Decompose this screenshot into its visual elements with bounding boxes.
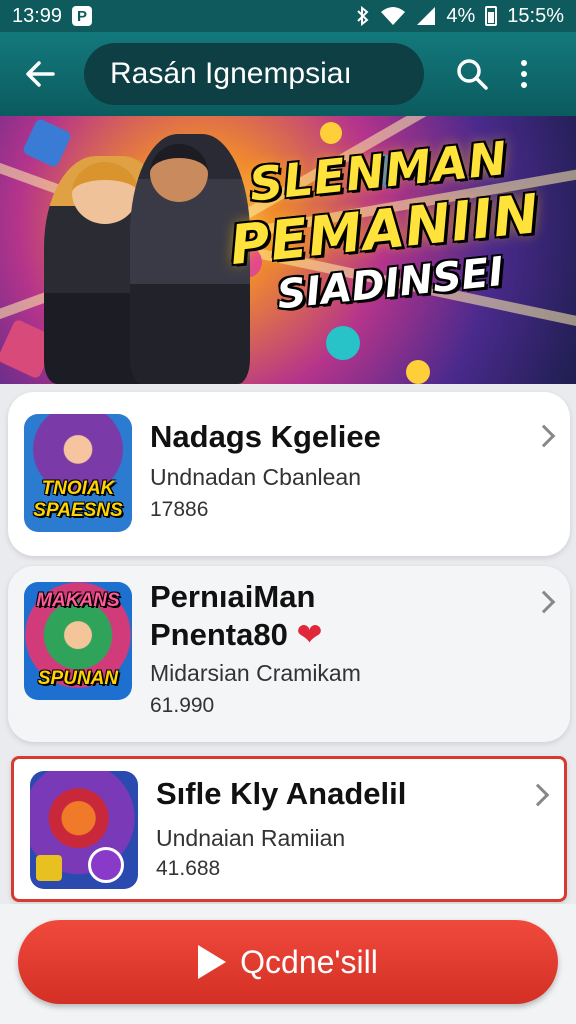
status-time-left: 13:99	[12, 4, 63, 27]
more-vert-icon	[521, 60, 527, 66]
back-button[interactable]	[14, 48, 66, 100]
game-list-item[interactable]: MAKANS SPUNAN PernıaiMan Pnenta80 ❤ Mida…	[8, 566, 570, 742]
play-button-label: Qcdne'sill	[240, 943, 378, 980]
game-subtitle: Midarsian Cramikam	[150, 660, 361, 686]
game-title-text: Pnenta80	[150, 617, 288, 652]
status-bar: 13:99 P 4% 15:5%	[0, 0, 576, 32]
status-time-right: 15:5%	[507, 4, 564, 27]
chevron-right-icon	[532, 590, 556, 614]
app-bar: Rasán Ignempsiaı	[0, 32, 576, 116]
signal-icon	[417, 7, 436, 25]
game-thumbnail	[30, 771, 138, 889]
battery-percent: 4%	[446, 4, 476, 27]
game-subtitle: Undnadan Cbanlean	[150, 464, 362, 490]
back-arrow-icon	[26, 61, 55, 87]
game-thumbnail: MAKANS SPUNAN	[24, 582, 132, 700]
search-button[interactable]	[448, 50, 496, 98]
game-list-item[interactable]: TNOIAK SPAESNS Nadags Kgeliee Undnadan C…	[8, 392, 570, 556]
game-title: Sıfle Kly Anadelil	[156, 776, 407, 811]
game-count: 41.688	[156, 857, 221, 880]
game-list-item-selected[interactable]: Sıfle Kly Anadelil Undnaian Ramiian 41.6…	[11, 756, 567, 902]
chevron-right-icon	[532, 424, 556, 448]
heart-icon: ❤	[296, 617, 323, 652]
promo-banner[interactable]: SLENMAN PEMANIIN SIADINSEI	[0, 116, 576, 384]
more-options-button[interactable]	[504, 50, 544, 98]
game-count: 17886	[150, 498, 209, 521]
coin-icon	[406, 360, 430, 384]
chevron-right-icon	[526, 783, 550, 807]
thumbnail-text: MAKANS	[36, 590, 120, 611]
wifi-icon	[381, 7, 406, 25]
game-subtitle: Undnaian Ramiian	[156, 825, 346, 851]
game-title: Nadags Kgeliee	[150, 419, 381, 454]
search-icon	[457, 59, 488, 90]
battery-icon	[485, 6, 498, 26]
banner-title: SLENMAN PEMANIIN SIADINSEI	[222, 128, 548, 323]
game-title-line2: Pnenta80 ❤	[150, 616, 322, 654]
game-thumbnail: TNOIAK SPAESNS	[24, 414, 132, 532]
gem-icon	[326, 326, 360, 360]
thumbnail-text: TNOIAK SPAESNS	[33, 478, 123, 521]
play-button[interactable]: Qcdne'sill	[18, 920, 558, 1004]
coin-icon	[320, 122, 342, 144]
search-title-field[interactable]: Rasán Ignempsiaı	[84, 43, 424, 105]
game-title-line1: PernıaiMan	[150, 579, 316, 614]
play-icon	[198, 945, 227, 979]
game-count: 61.990	[150, 694, 215, 717]
dice-icon	[21, 117, 73, 169]
bluetooth-icon	[357, 6, 369, 26]
thumbnail-text: SPUNAN	[37, 668, 119, 689]
parking-icon: P	[72, 6, 93, 26]
